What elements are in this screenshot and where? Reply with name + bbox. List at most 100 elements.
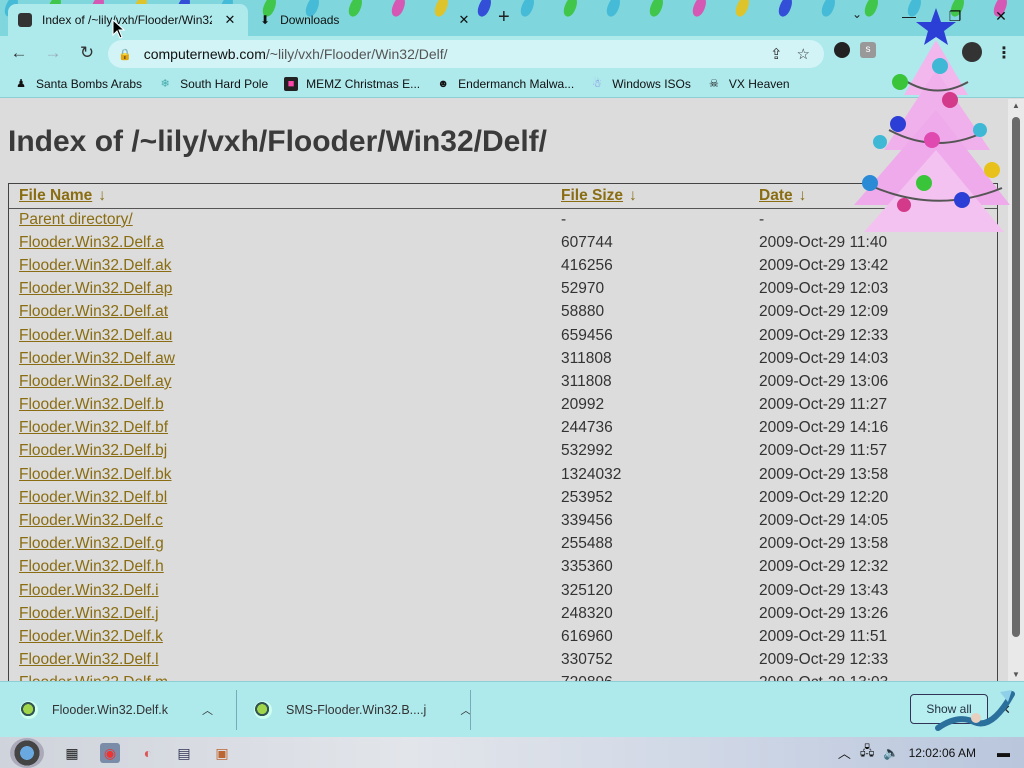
file-link[interactable]: Flooder.Win32.Delf.ak <box>19 257 172 274</box>
file-name-cell: Flooder.Win32.Delf.l <box>9 649 551 672</box>
parent-directory-row: Parent directory/ - - <box>9 208 997 231</box>
extension-s-icon[interactable]: s <box>860 42 876 58</box>
date-cell: 2009-Oct-29 13:58 <box>759 535 889 553</box>
table-row: Flooder.Win32.Delf.bl 253952 2009-Oct-29 1… <box>9 486 997 509</box>
bookmark-endermanch-malware[interactable]: ☻ Endermanch Malwa... <box>436 77 574 91</box>
table-row: Flooder.Win32.Delf.bf 244736 2009-Oct-29 1… <box>9 417 997 440</box>
divider <box>470 690 471 730</box>
file-link[interactable]: Flooder.Win32.Delf.i <box>19 582 159 599</box>
chevron-up-icon[interactable]: ︿ <box>838 743 851 762</box>
table-row: Flooder.Win32.Delf.ap 52970 2009-Oct-29 12… <box>9 278 997 301</box>
reload-button[interactable]: ↻ <box>72 38 102 68</box>
light-bulb-icon <box>819 0 838 19</box>
file-size-cell: 244736 <box>561 419 613 437</box>
date-cell: 2009-Oct-29 12:32 <box>759 558 889 576</box>
column-header-date[interactable]: Date ↓ <box>749 184 997 209</box>
file-link[interactable]: Flooder.Win32.Delf.bf <box>19 419 168 436</box>
file-size-cell: 58880 <box>561 303 605 321</box>
file-link[interactable]: Flooder.Win32.Delf.m <box>19 674 168 681</box>
new-tab-button[interactable]: + <box>498 6 510 29</box>
scroll-down-arrow-icon[interactable]: ▼ <box>1012 670 1020 679</box>
volume-icon[interactable]: 🔈 <box>883 745 899 761</box>
browser-menu-icon[interactable]: ⋮ <box>996 43 1012 63</box>
file-link[interactable]: Flooder.Win32.Delf.ap <box>19 280 172 297</box>
file-link[interactable]: Flooder.Win32.Delf.bl <box>19 489 167 506</box>
file-name-cell: Flooder.Win32.Delf.i <box>9 579 551 602</box>
file-link[interactable]: Flooder.Win32.Delf.at <box>19 303 168 320</box>
clock[interactable]: 12:02:06 AM <box>909 746 976 760</box>
bookmark-star-icon[interactable]: ☆ <box>797 45 810 63</box>
lock-icon[interactable]: 🔒 <box>118 48 132 61</box>
tab-close-icon[interactable]: ✕ <box>456 12 472 28</box>
sort-by-name-link[interactable]: File Name <box>19 187 92 204</box>
chevron-up-icon[interactable]: ︿ <box>202 702 213 718</box>
date-cell: 2009-Oct-29 12:20 <box>759 488 889 506</box>
file-explorer-icon[interactable]: ▤ <box>174 743 194 763</box>
file-size-cell: 659456 <box>561 326 613 344</box>
sort-by-date-link[interactable]: Date <box>759 187 793 204</box>
file-link[interactable]: Flooder.Win32.Delf.k <box>19 628 163 645</box>
file-name-cell: Flooder.Win32.Delf.h <box>9 556 551 579</box>
file-link[interactable]: Flooder.Win32.Delf.g <box>19 535 164 552</box>
file-gear-icon <box>254 701 272 719</box>
file-link[interactable]: Flooder.Win32.Delf.h <box>19 558 164 575</box>
file-link[interactable]: Flooder.Win32.Delf.au <box>19 327 172 344</box>
table-row: Flooder.Win32.Delf.i 325120 2009-Oct-29 13… <box>9 579 997 602</box>
file-link[interactable]: Flooder.Win32.Delf.l <box>19 651 159 668</box>
file-link[interactable]: Flooder.Win32.Delf.bk <box>19 466 172 483</box>
file-size-cell: - <box>561 210 567 228</box>
notification-icon[interactable]: ▬ <box>997 745 1010 760</box>
light-bulb-icon <box>733 0 752 19</box>
file-link[interactable]: Flooder.Win32.Delf.j <box>19 605 159 622</box>
extension-icon[interactable] <box>834 42 850 58</box>
file-name-cell: Flooder.Win32.Delf.g <box>9 533 551 556</box>
network-icon[interactable]: 🖧 <box>860 742 875 764</box>
chrome-icon[interactable]: ◉ <box>100 743 120 763</box>
close-window-button[interactable]: ✕ <box>978 0 1024 32</box>
file-size-cell: 20992 <box>561 396 605 414</box>
file-link[interactable]: Flooder.Win32.Delf.a <box>19 234 164 251</box>
file-size-cell: 335360 <box>561 558 613 576</box>
file-link[interactable]: Flooder.Win32.Delf.c <box>19 512 163 529</box>
column-header-file-name[interactable]: File Name ↓ <box>9 184 551 209</box>
bookmark-windows-isos[interactable]: ☃ Windows ISOs <box>590 77 691 91</box>
column-header-file-size[interactable]: File Size ↓ <box>551 184 749 209</box>
tab-close-icon[interactable]: ✕ <box>222 12 238 28</box>
file-link[interactable]: Flooder.Win32.Delf.bj <box>19 442 167 459</box>
tab-search-chevron-icon[interactable]: ⌄ <box>852 7 862 21</box>
start-button[interactable] <box>10 738 44 768</box>
file-link[interactable]: Flooder.Win32.Delf.aw <box>19 350 175 367</box>
scrollbar-thumb[interactable] <box>1012 117 1020 637</box>
mermaid-decoration <box>935 690 1015 731</box>
page-scrollbar[interactable]: ▲ ▼ <box>1008 99 1024 681</box>
bookmark-vx-heaven[interactable]: ☠ VX Heaven <box>707 77 790 91</box>
bookmark-memz-christmas[interactable]: ■ MEMZ Christmas E... <box>284 76 420 91</box>
minimize-button[interactable]: — <box>886 0 932 32</box>
parent-directory-link[interactable]: Parent directory/ <box>19 211 133 228</box>
scroll-up-arrow-icon[interactable]: ▲ <box>1012 101 1020 110</box>
app-icon[interactable]: ▣ <box>212 743 232 763</box>
omnibox-actions: ⇪ ☆ <box>770 45 810 63</box>
tab-index-of-delf[interactable]: Index of /~lily/vxh/Flooder/Win32 ✕ <box>8 4 248 36</box>
file-size-cell: 325120 <box>561 581 613 599</box>
download-item[interactable]: SMS-Flooder.Win32.B....j ︿ <box>254 694 471 726</box>
file-link[interactable]: Flooder.Win32.Delf.ay <box>19 373 172 390</box>
file-link[interactable]: Flooder.Win32.Delf.b <box>19 396 164 413</box>
bookmark-santa-bombs-arabs[interactable]: ♟ Santa Bombs Arabs <box>14 77 142 91</box>
address-bar[interactable]: 🔒 computernewb.com/~lily/vxh/Flooder/Win… <box>108 40 824 68</box>
tab-downloads[interactable]: ⬇ Downloads ✕ <box>250 4 482 36</box>
file-size-cell: 330752 <box>561 651 613 669</box>
raccoon-icon: ☻ <box>437 77 449 90</box>
task-view-icon[interactable]: ▦ <box>62 743 82 763</box>
file-name-cell: Flooder.Win32.Delf.m <box>9 672 551 681</box>
download-item[interactable]: Flooder.Win32.Delf.k ︿ <box>20 694 213 726</box>
maximize-button[interactable]: ❐ <box>932 0 978 32</box>
forward-button[interactable]: → <box>38 38 68 68</box>
bookmark-south-hard-pole[interactable]: ❄ South Hard Pole <box>158 77 268 91</box>
profile-avatar[interactable] <box>962 42 982 62</box>
file-size-cell: 416256 <box>561 256 613 274</box>
sort-by-size-link[interactable]: File Size <box>561 187 623 204</box>
share-icon[interactable]: ⇪ <box>770 45 783 63</box>
back-button[interactable]: ← <box>4 38 34 68</box>
firefox-icon[interactable]: ◐ <box>138 743 158 763</box>
